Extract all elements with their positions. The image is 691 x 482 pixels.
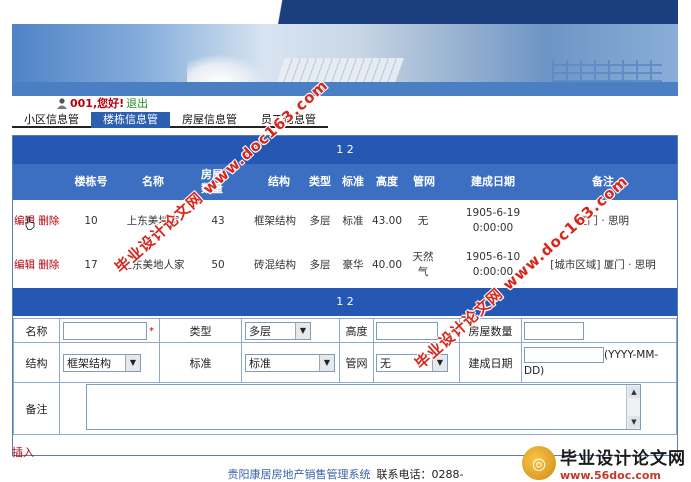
footer-company: 贵阳康居房地产销售管理系统 <box>227 468 371 481</box>
greeting-bar: 001,您好! 退出 <box>12 96 678 110</box>
hand-cursor-icon <box>25 216 35 230</box>
logout-link[interactable]: 退出 <box>126 95 148 111</box>
top-banner <box>0 0 691 96</box>
cell-type: 多层 <box>309 258 331 271</box>
structure-cell: 框架结构 ▼ <box>59 342 160 383</box>
col-date: 建成日期 <box>471 175 515 188</box>
required-mark: * <box>149 325 154 337</box>
col-pipe: 管网 <box>413 175 435 188</box>
cell-standard: 豪华 <box>342 258 364 271</box>
chevron-down-icon: ▼ <box>125 354 140 371</box>
structure-label: 结构 <box>13 342 60 383</box>
greeting-text: 001,您好! <box>70 97 125 110</box>
standard-select[interactable]: 标准 ▼ <box>245 353 335 372</box>
scroll-down-icon[interactable]: ▼ <box>628 416 640 428</box>
name-label: 名称 <box>13 318 60 343</box>
app-page: 001,您好! 退出 小区信息管 楼栋信息管 房屋信息管 员工信息管 1 2 楼… <box>0 0 691 482</box>
cell-number: 17 <box>84 258 98 271</box>
form-pager[interactable]: 1 2 <box>13 288 677 316</box>
height-label: 高度 <box>339 318 374 343</box>
structure-select-value: 框架结构 <box>67 356 111 370</box>
pipe-select-value: 无 <box>380 356 391 370</box>
type-select[interactable]: 多层 ▼ <box>245 321 311 340</box>
scrollbar[interactable]: ▲ ▼ <box>626 385 640 429</box>
cell-height: 43.00 <box>371 214 403 227</box>
cell-pipe: 无 <box>417 214 429 227</box>
type-label: 类型 <box>159 318 242 343</box>
remark-textarea[interactable]: ▲ ▼ <box>86 384 641 430</box>
type-cell: 多层 ▼ <box>241 318 340 343</box>
cell-number: 10 <box>84 214 98 227</box>
remark-label: 备注 <box>13 382 60 435</box>
type-select-value: 多层 <box>249 324 271 338</box>
corner-logo: ◎ 毕业设计论文网 www.56doc.com <box>522 444 691 482</box>
cell-height: 40.00 <box>371 258 403 271</box>
structure-select[interactable]: 框架结构 ▼ <box>63 353 141 372</box>
cell-count: 50 <box>211 258 225 271</box>
scroll-up-icon[interactable]: ▲ <box>628 386 640 398</box>
logo-url: www.56doc.com <box>560 469 661 482</box>
footer-phone: 联系电话：0288- <box>376 468 464 481</box>
name-cell: * <box>59 318 160 343</box>
row-actions: 编辑 删除 <box>13 244 65 286</box>
date-cell: (YYYY-MM-DD) <box>521 342 677 383</box>
col-number: 楼栋号 <box>74 175 108 188</box>
cell-structure: 砖混结构 <box>254 258 296 271</box>
cell-count: 43 <box>211 214 225 227</box>
count-cell <box>521 318 677 343</box>
name-input[interactable] <box>63 321 147 340</box>
cell-standard: 标准 <box>342 214 364 227</box>
remark-cell: ▲ ▼ <box>59 382 677 435</box>
tab-community[interactable]: 小区信息管 <box>12 112 91 128</box>
row-actions: 编辑 删除 <box>13 200 65 242</box>
pipe-label: 管网 <box>339 342 374 383</box>
logo-mark-icon: ◎ <box>522 446 556 480</box>
count-input[interactable] <box>524 321 584 340</box>
height-input[interactable] <box>376 321 438 340</box>
edit-link[interactable]: 编辑 <box>14 258 35 273</box>
banner-strip <box>12 82 678 96</box>
col-standard: 标准 <box>342 175 364 188</box>
standard-cell: 标准 ▼ <box>241 342 340 383</box>
insert-link[interactable]: 插入 <box>12 444 34 460</box>
standard-select-value: 标准 <box>249 356 271 370</box>
banner-grid-image <box>552 60 662 82</box>
user-icon <box>57 97 67 109</box>
cell-type: 多层 <box>309 214 331 227</box>
main-nav: 小区信息管 楼栋信息管 房屋信息管 员工信息管 <box>12 110 678 128</box>
list-header-row: 楼栋号 名称 房屋数量 结构 类型 标准 高度 管网 建成日期 备注 <box>13 164 677 200</box>
chevron-down-icon: ▼ <box>295 322 310 339</box>
banner-hand-image <box>187 54 267 82</box>
banner-photo <box>12 24 678 82</box>
col-name: 名称 <box>142 175 164 188</box>
date-label: 建成日期 <box>459 342 522 383</box>
standard-label: 标准 <box>159 342 242 383</box>
list-pager[interactable]: 1 2 <box>13 136 677 164</box>
tab-house[interactable]: 房屋信息管 <box>170 112 249 128</box>
col-structure: 结构 <box>268 175 290 188</box>
delete-link[interactable]: 删除 <box>38 258 59 273</box>
cell-date: 1905-6-19 0:00:00 <box>465 207 521 234</box>
date-input[interactable] <box>524 346 604 363</box>
cell-structure: 框架结构 <box>254 214 296 227</box>
cell-pipe: 天然气 <box>412 251 434 278</box>
chevron-down-icon: ▼ <box>319 354 334 371</box>
logo-text: 毕业设计论文网 www.56doc.com <box>560 444 686 482</box>
logo-title: 毕业设计论文网 <box>560 449 686 469</box>
delete-link[interactable]: 删除 <box>38 214 59 229</box>
col-type: 类型 <box>309 175 331 188</box>
edit-form: 名称 * 类型 多层 ▼ 高度 房屋数量 结构 框架结构 ▼ 标准 标准 ▼ 管… <box>13 318 677 435</box>
banner-dark-band <box>300 0 678 24</box>
col-height: 高度 <box>376 175 398 188</box>
tab-building[interactable]: 楼栋信息管 <box>91 112 170 128</box>
banner-keyboard-image <box>268 58 406 82</box>
content-frame: 1 2 楼栋号 名称 房屋数量 结构 类型 标准 高度 管网 建成日期 备注 编… <box>12 135 678 456</box>
